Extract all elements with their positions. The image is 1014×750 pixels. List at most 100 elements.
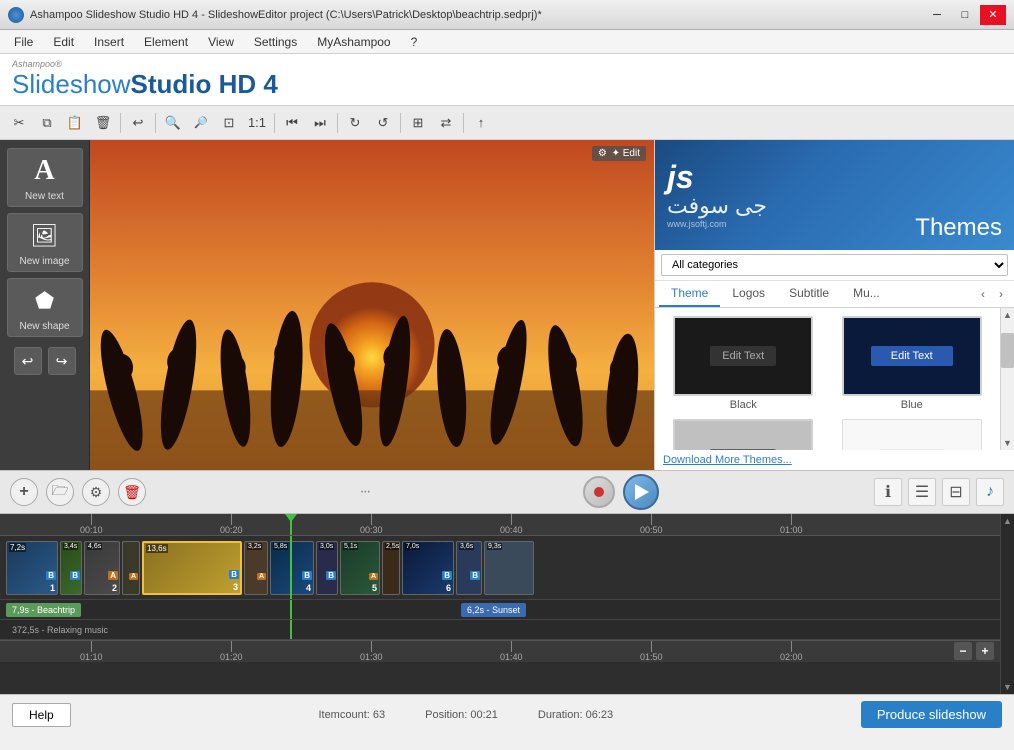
new-shape-button[interactable]: ⬟ New shape [7,278,83,337]
add-photo-button[interactable]: 🗁 [46,478,74,506]
zoom-plus[interactable]: + [976,642,994,660]
music-button[interactable]: ♪ [976,478,1004,506]
new-text-label: New text [25,191,64,202]
undo-tool[interactable]: ↩ [14,347,42,375]
clip-duration-1: 7,2s [9,543,26,552]
tabs-prev[interactable]: ‹ [974,285,992,303]
info-button[interactable]: ℹ [874,478,902,506]
new-image-button[interactable]: 🖼 New image [7,213,83,272]
brand-label: Ashampoo® [12,59,278,69]
toolbar-rotate-ccw[interactable]: ↺ [370,110,396,136]
delete-clip-button[interactable]: 🗑 [118,478,146,506]
redo-tool[interactable]: ↪ [48,347,76,375]
tab-subtitle[interactable]: Subtitle [777,281,841,307]
close-button[interactable]: ✕ [980,5,1006,25]
download-themes-link[interactable]: Download More Themes... [655,450,1014,470]
clip-2a[interactable]: 3,4s B [60,541,82,595]
tab-music[interactable]: Mu... [841,281,892,307]
theme-item-white[interactable]: Edit Text White [832,419,993,450]
menu-insert[interactable]: Insert [84,33,134,51]
clip-11[interactable]: 7,0s 6 B [402,541,454,595]
zoom-minus[interactable]: − [954,642,972,660]
clip-9[interactable]: 5,1s 5 A [340,541,380,595]
tab-theme[interactable]: Theme [659,281,720,307]
clip-10a[interactable]: 2,5s [382,541,400,595]
play-icon [635,484,649,500]
toolbar-flip[interactable]: ⇄ [433,110,459,136]
menu-help[interactable]: ? [401,33,428,51]
menu-file[interactable]: File [4,33,43,51]
toolbar-prev-frame[interactable]: ⏮ [279,110,305,136]
clip-13[interactable]: 9,3s [484,541,534,595]
clip-num-7: 4 [306,583,311,593]
menu-myashampoo[interactable]: MyAshampoo [307,33,400,51]
clip-8a[interactable]: 3,0s B [316,541,338,595]
toolbar-rotate-cw[interactable]: ↻ [342,110,368,136]
toolbar-copy[interactable]: ⧉ [34,110,60,136]
toolbar-align[interactable]: ⊞ [405,110,431,136]
tabs-next[interactable]: › [992,285,1010,303]
theme-item-blue[interactable]: Edit Text Blue [832,316,993,411]
track-beachtrip[interactable]: 7,9s - Beachtrip [6,603,81,617]
ruler-tick [91,514,92,525]
scroll-down[interactable]: ▼ [1001,436,1014,450]
vscroll-up[interactable]: ▲ [1001,514,1014,528]
toolbar-paste[interactable]: 📋 [62,110,88,136]
clip-settings-button[interactable]: ⚙ [82,478,110,506]
clip-5-selected[interactable]: 13,6s 3 B [142,541,242,595]
scroll-up[interactable]: ▲ [1001,308,1014,322]
clip-3[interactable]: 4,6s 2 A [84,541,120,595]
clip-duration-5: 13,6s [146,544,168,553]
theme-item-grey[interactable]: Edit Text Grey [663,419,824,450]
clip-num-1: 1 [50,583,55,593]
maximize-button[interactable]: □ [952,5,978,25]
ruler-mark-0050: 00:50 [640,514,663,535]
clip-1[interactable]: 7,2s 1 B [6,541,58,595]
text-icon: A [27,153,63,189]
list-button[interactable]: ☰ [908,478,936,506]
menu-view[interactable]: View [198,33,244,51]
clip-4a[interactable]: A [122,541,140,595]
toolbar-up[interactable]: ↑ [468,110,494,136]
window-title: Ashampoo Slideshow Studio HD 4 - Slidesh… [30,9,542,21]
record-button[interactable] [583,476,615,508]
vscroll-down[interactable]: ▼ [1001,680,1014,694]
theme-item-black[interactable]: Edit Text Black [663,316,824,411]
edit-badge[interactable]: ⚙ ✦ Edit [592,146,646,161]
toolbar-undo[interactable]: ↩ [125,110,151,136]
playhead[interactable] [290,514,292,535]
minimize-button[interactable]: ─ [924,5,950,25]
storyboard-button[interactable]: ⊟ [942,478,970,506]
theme-scrollbar: ▲ ▼ [1000,308,1014,450]
categories-select[interactable]: All categories [661,254,1008,276]
toolbar-zoom-100[interactable]: 1:1 [244,110,270,136]
menu-settings[interactable]: Settings [244,33,307,51]
menu-edit[interactable]: Edit [43,33,84,51]
produce-slideshow-button[interactable]: Produce slideshow [861,701,1002,728]
menu-element[interactable]: Element [134,33,198,51]
logo-area: js جی سوفت www.jsoftj.com Themes [655,140,1014,250]
timeline-drag-handle[interactable]: ··· [361,483,367,501]
toolbar-zoom-fit[interactable]: ⊡ [216,110,242,136]
toolbar-next-frame[interactable]: ⏭ [307,110,333,136]
clip-6a[interactable]: 3,2s A [244,541,268,595]
clip-12a[interactable]: 3,6s B [456,541,482,595]
new-text-button[interactable]: A New text [7,148,83,207]
toolbar-zoom-out[interactable]: 🔎 [188,110,214,136]
help-button[interactable]: Help [12,703,71,727]
persian-text: جی سوفت [667,193,767,219]
tab-logos[interactable]: Logos [720,281,777,307]
clip-num-11: 6 [446,583,451,593]
toolbar-cut[interactable]: ✂ [6,110,32,136]
add-clip-button[interactable]: + [10,478,38,506]
panel-tools: ↩ ↪ [14,347,76,375]
toolbar-zoom-in[interactable]: 🔍 [160,110,186,136]
clip-7[interactable]: 5,8s 4 B [270,541,314,595]
toolbar-delete[interactable]: 🗑 [90,110,116,136]
track-sunset[interactable]: 6,2s - Sunset [461,603,526,617]
video-track: 7,2s 1 B 3,4s B 4,6s 2 A A 13,6s 3 [0,536,1014,600]
play-button[interactable] [623,474,659,510]
scroll-thumb[interactable] [1001,333,1014,367]
toolbar-sep-4 [337,113,338,133]
track-clips: 7,2s 1 B 3,4s B 4,6s 2 A A 13,6s 3 [0,536,1014,599]
